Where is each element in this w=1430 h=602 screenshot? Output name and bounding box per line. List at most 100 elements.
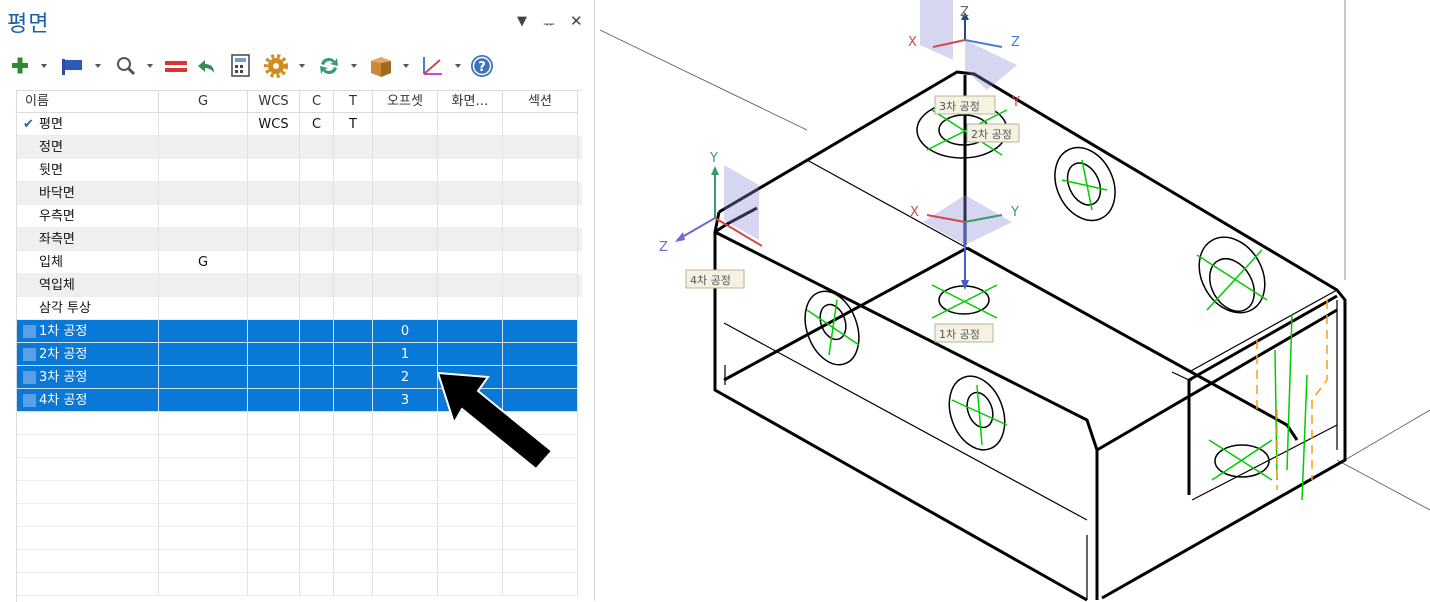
panel-title: 평면 xyxy=(7,12,50,37)
cell-name xyxy=(17,435,159,458)
cell-c xyxy=(300,320,334,343)
cell-section xyxy=(503,504,578,527)
cell-section xyxy=(503,159,578,182)
table-row[interactable]: 입체 G xyxy=(17,251,582,274)
cell-name xyxy=(17,550,159,573)
guide-line xyxy=(599,29,808,131)
cell-g xyxy=(159,159,248,182)
table-row[interactable]: 역입체 xyxy=(17,274,582,297)
column-header-wcs[interactable]: WCS xyxy=(248,91,300,113)
table-row[interactable]: 바닥면 xyxy=(17,182,582,205)
cell-section xyxy=(503,481,578,504)
cell-c xyxy=(300,481,334,504)
cell-c xyxy=(300,366,334,389)
flag-button[interactable] xyxy=(60,52,102,80)
cell-wcs xyxy=(248,343,300,366)
cell-section xyxy=(503,343,578,366)
cell-c xyxy=(300,251,334,274)
cell-c xyxy=(300,550,334,573)
cell-g xyxy=(159,527,248,550)
cell-name: 3차 공정 xyxy=(17,366,159,389)
row-selector[interactable] xyxy=(23,348,36,361)
refresh-button[interactable] xyxy=(316,52,358,80)
cell-wcs xyxy=(248,504,300,527)
empty-row xyxy=(17,527,582,550)
box-button[interactable] xyxy=(368,52,410,80)
pin-button[interactable]: ᅲ xyxy=(543,14,555,33)
axis-y-label-top: Y xyxy=(1011,95,1020,110)
cell-offset xyxy=(373,113,438,136)
settings-button[interactable] xyxy=(264,52,306,80)
axes-button[interactable] xyxy=(420,52,462,80)
column-header-name[interactable]: 이름 xyxy=(17,91,159,113)
table-row[interactable]: 1차 공정 0 xyxy=(17,320,582,343)
cell-g xyxy=(159,573,248,596)
cell-wcs xyxy=(248,573,300,596)
table-row[interactable]: 좌측면 xyxy=(17,228,582,251)
column-header-g[interactable]: G xyxy=(159,91,248,113)
cell-t xyxy=(334,251,373,274)
row-selector[interactable] xyxy=(23,371,36,384)
cell-g xyxy=(159,113,248,136)
cell-wcs xyxy=(248,435,300,458)
row-selector[interactable] xyxy=(23,394,36,407)
calculator-button[interactable] xyxy=(230,52,252,80)
cell-section xyxy=(503,205,578,228)
close-button[interactable]: ✕ xyxy=(570,12,583,30)
column-header-offset[interactable]: 오프셋 xyxy=(373,91,438,113)
cell-c xyxy=(300,159,334,182)
cell-g xyxy=(159,550,248,573)
cell-screen xyxy=(438,113,503,136)
cell-offset: 1 xyxy=(373,343,438,366)
cell-g xyxy=(159,274,248,297)
cell-offset xyxy=(373,412,438,435)
equals-icon xyxy=(165,61,187,72)
guide-line xyxy=(1344,409,1430,461)
cell-offset xyxy=(373,205,438,228)
holes xyxy=(804,101,1270,478)
cell-name: 2차 공정 xyxy=(17,343,159,366)
cell-g xyxy=(159,435,248,458)
column-header-t[interactable]: T xyxy=(334,91,373,113)
help-button[interactable]: ? xyxy=(470,52,496,80)
cell-offset xyxy=(373,228,438,251)
cell-wcs xyxy=(248,389,300,412)
cell-t xyxy=(334,389,373,412)
table-row[interactable]: 삼각 투상 xyxy=(17,297,582,320)
cell-t xyxy=(334,136,373,159)
model-view[interactable]: Z Z X Y 3차 공정 2차 공정 X Y Y Z 4차 공정 1차 공정 xyxy=(597,0,1430,601)
panel-menu-button[interactable]: ▼ xyxy=(517,14,527,29)
cell-name xyxy=(17,504,159,527)
table-row[interactable]: 정면 xyxy=(17,136,582,159)
search-button[interactable] xyxy=(114,52,154,80)
table-row[interactable]: 우측면 xyxy=(17,205,582,228)
3d-viewport[interactable]: Z Z X Y 3차 공정 2차 공정 X Y Y Z 4차 공정 1차 공정 xyxy=(597,0,1430,601)
cell-section xyxy=(503,228,578,251)
cell-name: 1차 공정 xyxy=(17,320,159,343)
column-header-c[interactable]: C xyxy=(300,91,334,113)
cell-t xyxy=(334,274,373,297)
cell-name xyxy=(17,573,159,596)
cell-offset xyxy=(373,182,438,205)
cell-offset xyxy=(373,504,438,527)
add-button[interactable] xyxy=(8,52,48,80)
cell-g xyxy=(159,228,248,251)
column-header-screen[interactable]: 화면… xyxy=(438,91,503,113)
row-selector[interactable] xyxy=(23,325,36,338)
cell-screen xyxy=(438,573,503,596)
equals-button[interactable] xyxy=(164,52,188,80)
cell-t xyxy=(334,435,373,458)
undo-button[interactable] xyxy=(194,52,220,80)
cell-section xyxy=(503,113,578,136)
table-row[interactable]: ✔ 평면 WCS C T xyxy=(17,113,582,136)
table-row[interactable]: 뒷면 xyxy=(17,159,582,182)
cell-t xyxy=(334,573,373,596)
cell-t xyxy=(334,320,373,343)
label-op1: 1차 공정 xyxy=(934,323,994,343)
table-row[interactable]: 2차 공정 1 xyxy=(17,343,582,366)
column-header-section[interactable]: 섹션 xyxy=(503,91,578,113)
cell-wcs xyxy=(248,412,300,435)
cell-wcs xyxy=(248,550,300,573)
cell-g: G xyxy=(159,251,248,274)
cell-offset: 3 xyxy=(373,389,438,412)
